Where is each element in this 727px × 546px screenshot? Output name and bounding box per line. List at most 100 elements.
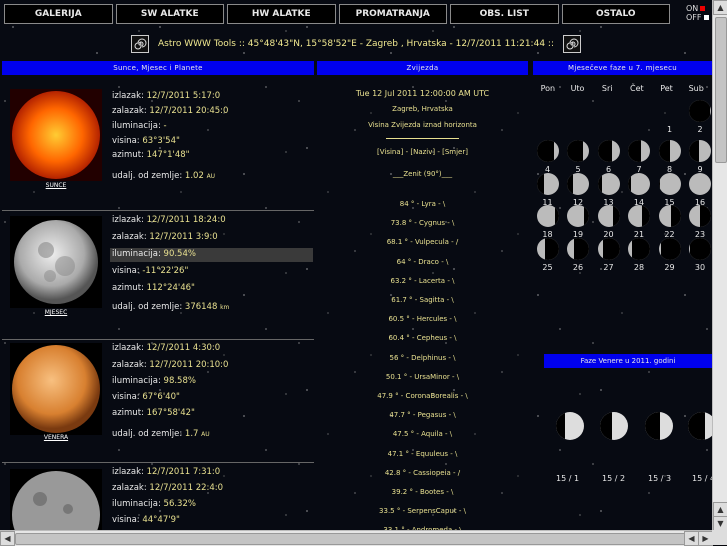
moon-phase-day: 25 [535, 237, 560, 278]
location-header: Astro WWW Tools :: 45°48'43"N, 15°58'52"… [0, 33, 712, 55]
nav-hw-alatke[interactable]: HW ALATKE [227, 4, 336, 24]
star-row: 47.5 ° - Aquila - \ [392, 430, 453, 439]
scroll-left-small-icon[interactable]: ◀ [684, 531, 699, 546]
moon-phase-icon [536, 172, 559, 195]
moon-phase-icon [597, 237, 620, 260]
star-row: 68.1 ° - Vulpecula - / [386, 238, 459, 247]
star-row: 50.1 ° - UrsaMinor - \ [385, 372, 460, 381]
scroll-up-icon[interactable]: ▲ [713, 0, 727, 15]
on-off-toggle: ON OFF [686, 4, 709, 22]
moon-day-number: 26 [572, 262, 584, 272]
venus-date-label: 15 / 1 [556, 474, 580, 483]
column-head-planets: Sunce, Mjesec i Planete [2, 61, 314, 75]
top-nav: GALERIJA SW ALATKE HW ALATKE PROMATRANJA… [4, 4, 670, 24]
moon-day-number: 30 [694, 262, 706, 272]
moon-phase-icon [567, 237, 589, 260]
stars-subtitle: Visina Zvijezda iznad horizonta [368, 121, 477, 129]
off-indicator-icon [703, 15, 709, 20]
nav-galerija[interactable]: GALERIJA [4, 4, 113, 24]
zenith-label: ___Zenit (90°)___ [392, 170, 453, 178]
azimuth: 147°1'48" [146, 150, 190, 160]
planet-block-mercury: izlazak: 12/7/2011 7:31:0 zalazak: 12/7/… [0, 463, 314, 530]
moon-phase-icon [536, 205, 559, 227]
distance: 1.02 [184, 171, 204, 181]
moon-phase-icon [628, 140, 650, 162]
sun-image [10, 89, 102, 181]
moon-phase-icon [658, 205, 681, 227]
nav-obs-list[interactable]: OBS. LIST [450, 4, 559, 24]
venus-phase-image [645, 412, 673, 440]
planet-block-venus: VENERA izlazak: 12/7/2011 4:30:0 zalazak… [0, 340, 314, 462]
moon-phase-icon [567, 140, 589, 162]
moon-phase-day: 26 [566, 237, 591, 278]
spiral-logo-icon-right [563, 34, 582, 53]
horizontal-scroll-thumb[interactable] [15, 533, 689, 545]
moon-phase-icon [597, 205, 620, 227]
moon-phase-icon [628, 172, 650, 195]
stars-location: Zagreb, Hrvatska [392, 105, 453, 113]
scroll-right-icon[interactable]: ▶ [698, 531, 713, 546]
moon-phase-icon [689, 172, 711, 195]
star-row: 64 ° - Draco - \ [396, 257, 449, 266]
moon-phase-icon [658, 172, 681, 195]
venus-date-label: 15 / 3 [648, 474, 672, 483]
planet-name-link[interactable]: VENERA [30, 434, 82, 441]
moon-phase-day: 27 [596, 237, 621, 278]
moon-day-number: 29 [664, 262, 675, 272]
moon-phase-icon [567, 205, 589, 227]
star-row: 61.7 ° - Sagitta - \ [391, 296, 454, 304]
venus-phase-image [556, 412, 584, 440]
nav-sw-alatke[interactable]: SW ALATKE [115, 4, 224, 24]
scroll-down-icon[interactable]: ▼ [713, 516, 727, 531]
planet-block-sun: SUNCE izlazak: 12/7/2011 5:17:0 zalazak:… [0, 82, 314, 210]
column-head-moon-phases: Mjesečeve faze u 7. mjesecu [533, 61, 712, 75]
planet-image [10, 469, 102, 530]
moon-phase-icon [689, 140, 711, 162]
moon-phase-icon [536, 140, 559, 162]
moon-phase-icon [628, 237, 650, 260]
star-row: 47.9 ° - CoronaBorealis - \ [377, 392, 468, 400]
nav-ostalo[interactable]: OSTALO [561, 4, 670, 24]
moon-phase-icon [628, 205, 650, 227]
moon-day-number: 1 [666, 125, 673, 134]
planet-name-link[interactable]: SUNCE [30, 182, 82, 189]
moon-phase-icon [689, 100, 711, 122]
vertical-scrollbar[interactable]: ▲ ▲ ▼ [712, 0, 727, 531]
on-option[interactable]: ON [686, 4, 709, 13]
planet-name-link[interactable]: MJESEC [30, 309, 82, 316]
sort-links[interactable]: [Visina] - [Naziv] - [Smjer] [316, 148, 529, 156]
moon-phase-day: 30 [688, 237, 713, 278]
stars-datetime: Tue 12 Jul 2011 12:00:00 AM UTC [355, 89, 490, 98]
star-row: 63.2 ° - Lacerta - \ [390, 276, 455, 285]
nav-promatranja[interactable]: PROMATRANJA [338, 4, 447, 24]
scroll-corner [712, 530, 727, 545]
moon-phase-icon [597, 172, 620, 195]
vertical-scroll-thumb[interactable] [715, 17, 727, 163]
venus-phases-title: Faze Venere u 2011. godini [544, 354, 712, 368]
star-row: 56 ° - Delphinus - \ [389, 353, 456, 362]
rule [386, 138, 459, 139]
moon-day-number: 28 [633, 262, 645, 272]
column-head-stars: Zvijezda [317, 61, 528, 75]
moon-image [10, 216, 102, 308]
moon-phase-day: 2 [688, 100, 713, 140]
star-row: 39.2 ° - Bootes - \ [391, 488, 454, 496]
on-indicator-icon [700, 6, 706, 11]
moon-day-number: 2 [697, 125, 703, 134]
moon-day-number: 25 [542, 262, 553, 272]
moon-phase-icon [567, 172, 589, 195]
rise-time: 12/7/2011 5:17:0 [146, 91, 221, 101]
horizontal-scrollbar[interactable]: ◀ ◀ ▶ [0, 530, 713, 546]
scroll-up-small-icon[interactable]: ▲ [713, 502, 727, 517]
moon-phase-icon [597, 140, 620, 162]
venus-date-label: 15 / 2 [602, 474, 626, 483]
illumination: - [163, 121, 167, 131]
moon-phase-icon [658, 140, 681, 162]
venus-phase-image [600, 412, 628, 440]
star-row: 33.5 ° - SerpensCaput - \ [379, 507, 466, 516]
star-row: 60.4 ° - Cepheus - \ [388, 334, 457, 343]
moon-phase-icon [689, 205, 711, 227]
scroll-left-icon[interactable]: ◀ [0, 531, 15, 546]
off-option[interactable]: OFF [686, 13, 709, 22]
venus-image [10, 343, 102, 435]
